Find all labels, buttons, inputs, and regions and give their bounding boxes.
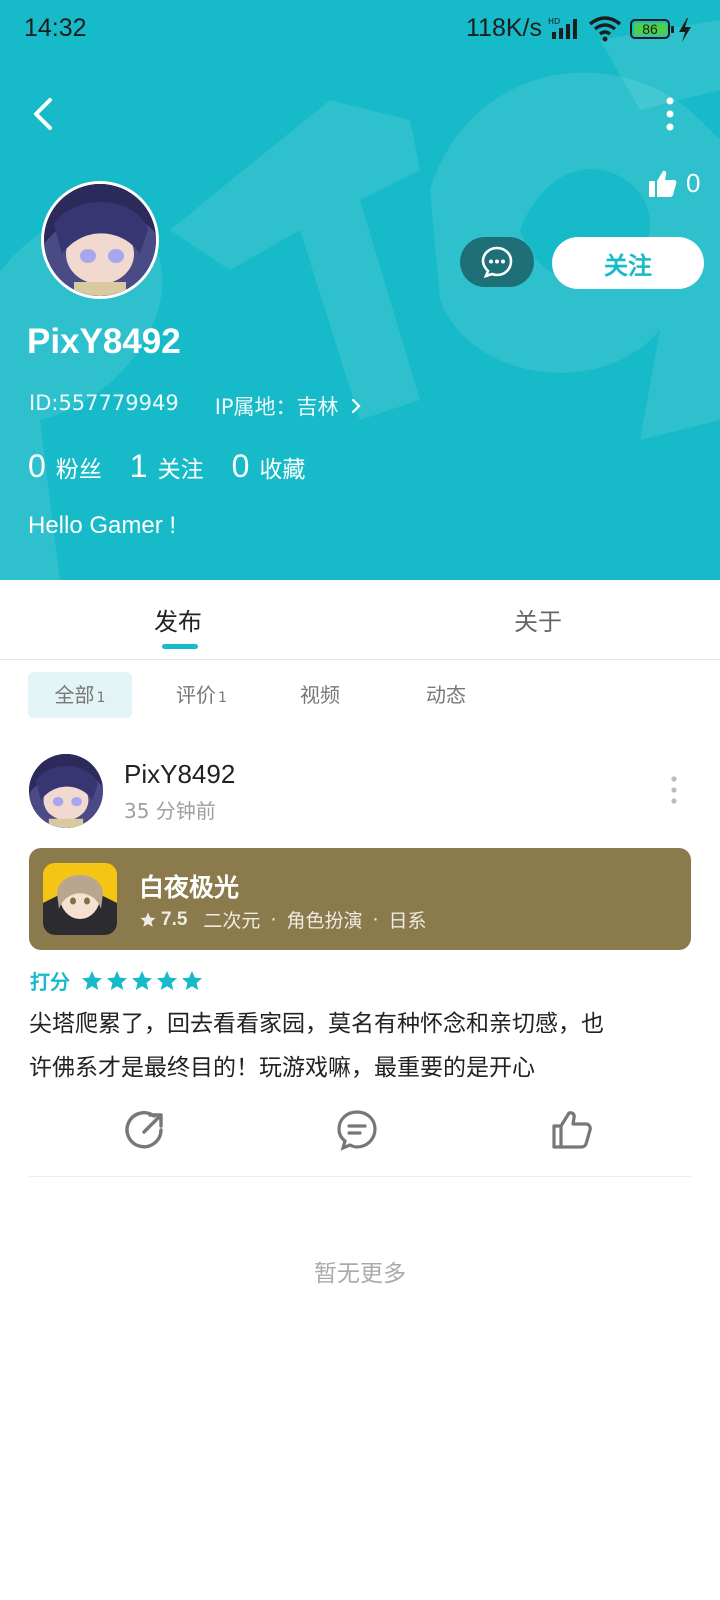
filter-videos[interactable]: 视频 <box>300 672 340 718</box>
star-icon <box>132 970 152 990</box>
star-icon <box>182 970 202 990</box>
wifi-icon <box>588 16 622 42</box>
more-vertical-icon[interactable] <box>655 96 685 132</box>
game-tag: 二次元 <box>203 910 261 932</box>
battery-level: 86 <box>642 21 658 37</box>
battery-icon: 86 <box>630 19 674 39</box>
game-tag: 角色扮演 <box>286 910 363 932</box>
score-label: 打分 <box>30 970 70 994</box>
back-icon[interactable] <box>24 92 64 136</box>
tag-separator: · <box>270 908 277 931</box>
star-icon <box>140 912 156 927</box>
favorites-count[interactable]: 0 <box>232 448 250 485</box>
post-timestamp: 35 分钟前 <box>124 799 216 823</box>
svg-text:HD: HD <box>548 17 560 26</box>
post-divider <box>29 1176 691 1177</box>
filter-moments[interactable]: 动态 <box>426 672 466 718</box>
profile-likes[interactable]: 0 <box>648 168 700 199</box>
post-content[interactable]: 尖塔爬累了，回去看看家园，莫名有种怀念和亲切感，也 许佛系才是最终目的！玩游戏嘛… <box>29 1002 699 1090</box>
post-actions <box>0 1108 720 1156</box>
avatar-illustration <box>29 754 103 828</box>
review-score: 打分 <box>30 966 205 995</box>
network-speed: 118K/s <box>466 14 542 42</box>
post-more-icon[interactable] <box>668 776 680 804</box>
user-id: ID:557779949 <box>29 391 179 415</box>
active-tab-indicator <box>162 644 198 649</box>
signal-icon: HD <box>548 17 577 39</box>
avatar[interactable] <box>41 181 159 299</box>
thumbs-up-icon <box>649 170 677 197</box>
followers-label[interactable]: 粉丝 <box>56 450 102 484</box>
game-card[interactable]: 白夜极光 7.5 二次元 · 角色扮演 · 日系 <box>29 848 691 950</box>
profile-tabs: 发布 关于 <box>0 580 720 660</box>
profile-username: PixY8492 <box>27 322 181 361</box>
tag-separator: · <box>372 908 379 931</box>
chat-bubble-icon <box>481 246 513 279</box>
charging-icon <box>679 18 691 42</box>
profile-id-line: ID:557779949 IP属地：吉林 <box>29 391 363 421</box>
game-tag: 日系 <box>388 910 427 932</box>
game-icon <box>43 863 117 935</box>
follow-button[interactable]: 关注 <box>552 237 704 289</box>
tab-about[interactable]: 关于 <box>514 602 562 637</box>
profile-header: 14:32 118K/s HD 86 0 关注 PixY8492 ID:5577… <box>0 0 720 580</box>
star-icon <box>82 970 102 990</box>
status-time: 14:32 <box>24 14 87 42</box>
following-count[interactable]: 1 <box>130 448 148 485</box>
game-meta: 7.5 二次元 · 角色扮演 · 日系 <box>139 906 427 933</box>
share-icon[interactable] <box>124 1108 168 1152</box>
favorites-label[interactable]: 收藏 <box>259 450 305 484</box>
filter-reviews[interactable]: 评价 1 <box>176 672 227 718</box>
comment-icon[interactable] <box>335 1108 379 1152</box>
thumbs-up-icon[interactable] <box>550 1108 594 1152</box>
followers-count[interactable]: 0 <box>28 448 46 485</box>
post-content-line: 尖塔爬累了，回去看看家园，莫名有种怀念和亲切感，也 <box>29 1011 604 1037</box>
star-icon <box>157 970 177 990</box>
game-rating: 7.5 <box>161 908 188 930</box>
no-more-text: 暂无更多 <box>314 1261 406 1287</box>
chevron-right-icon <box>352 398 361 414</box>
following-label[interactable]: 关注 <box>158 450 204 484</box>
message-button[interactable] <box>460 237 534 287</box>
likes-count: 0 <box>686 168 701 198</box>
star-icon <box>107 970 127 990</box>
post-author-name[interactable]: PixY8492 <box>124 759 235 790</box>
avatar-illustration <box>44 184 156 296</box>
game-art <box>43 863 117 935</box>
post-content-line: 许佛系才是最终目的！玩游戏嘛，最重要的是开心 <box>29 1055 535 1081</box>
game-title: 白夜极光 <box>139 873 240 902</box>
tab-posts[interactable]: 发布 <box>154 602 202 637</box>
filter-all[interactable]: 全部 1 <box>28 672 132 718</box>
profile-stats: 0 粉丝 1 关注 0 收藏 <box>28 448 333 485</box>
profile-bio: Hello Gamer ! <box>28 512 177 539</box>
status-bar: 14:32 118K/s HD 86 <box>0 0 720 60</box>
post-author-avatar[interactable] <box>29 754 103 828</box>
ip-location[interactable]: IP属地：吉林 <box>215 391 364 421</box>
